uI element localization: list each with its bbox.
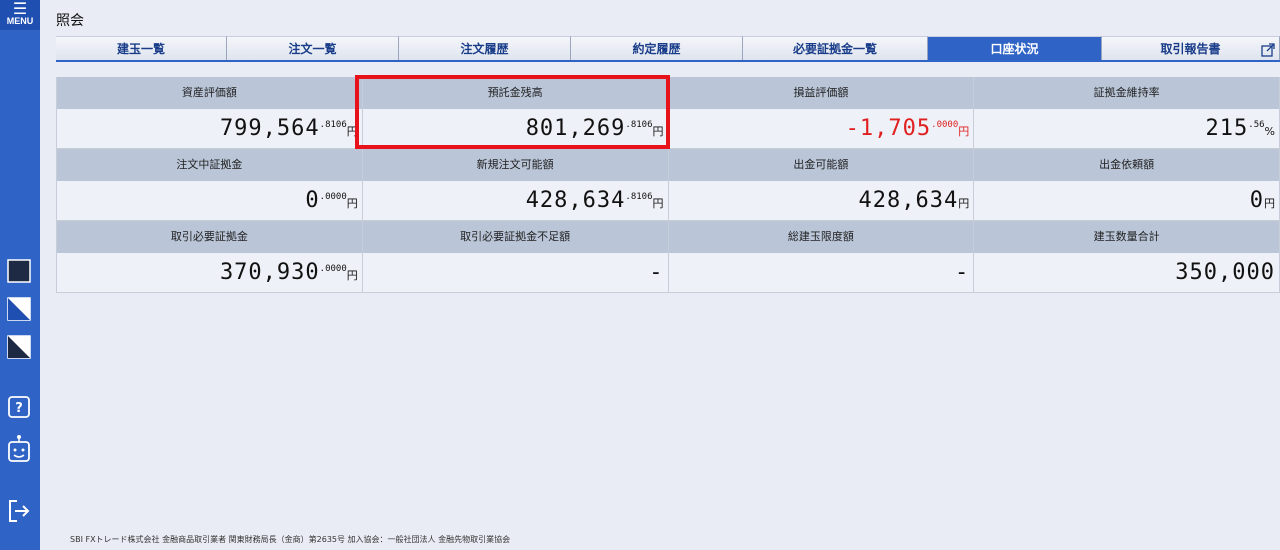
cell-label: 新規注文可能額 (362, 149, 668, 181)
cell-decimal: .8106 (625, 120, 653, 130)
deposit-balance-cell: 預託金残高 801,269.8106円 (362, 77, 669, 149)
tab-required-margin[interactable]: 必要証拠金一覧 (743, 36, 928, 60)
account-row: 注文中証拠金 0.0000円 新規注文可能額 428,634.8106円 出金可… (57, 149, 1280, 221)
theme-split-dark-icon[interactable] (7, 335, 31, 359)
withdrawable-cell: 出金可能額 428,634円 (668, 149, 975, 221)
cell-unit: 円 (346, 197, 358, 210)
cell-unit: 円 (1264, 197, 1275, 210)
cell-label: 取引必要証拠金 (57, 221, 362, 253)
cell-unit: 円 (652, 125, 664, 138)
cell-decimal: .0000 (319, 264, 347, 274)
cell-unit: 円 (652, 197, 664, 210)
cell-label: 取引必要証拠金不足額 (362, 221, 668, 253)
tab-trade-report[interactable]: 取引報告書 (1102, 36, 1280, 60)
tab-order-history[interactable]: 注文履歴 (399, 36, 571, 60)
tab-bar: 建玉一覧 注文一覧 注文履歴 約定履歴 必要証拠金一覧 口座状況 取引報告書 (56, 36, 1280, 62)
cell-label: 資産評価額 (57, 77, 362, 109)
cell-value: -1,705 (845, 116, 932, 141)
hamburger-icon: ☰ (12, 0, 28, 18)
required-margin-cell: 取引必要証拠金 370,930.0000円 (57, 221, 363, 293)
sidebar: ☰ MENU ? (0, 0, 40, 550)
cell-unit: 円 (958, 125, 970, 138)
withdrawal-request-cell: 出金依頼額 0円 (974, 149, 1280, 221)
help-icon[interactable]: ? (7, 395, 31, 419)
cell-unit: 円 (346, 125, 358, 138)
theme-dark-icon[interactable] (7, 259, 31, 283)
cell-value: 0 (1249, 188, 1264, 213)
new-order-available-cell: 新規注文可能額 428,634.8106円 (362, 149, 669, 221)
unrealized-pl-cell: 損益評価額 -1,705.0000円 (668, 77, 975, 149)
cell-value: 801,269 (525, 116, 626, 141)
position-limit-cell: 総建玉限度額 - (668, 221, 975, 293)
page-title: 照会 (56, 13, 84, 29)
cell-value: 799,564 (219, 116, 320, 141)
cell-value: 428,634 (525, 188, 626, 213)
cell-label: 出金依頼額 (974, 149, 1279, 181)
margin-ratio-cell: 証拠金維持率 215.56% (974, 77, 1280, 149)
cell-value: 0 (305, 188, 320, 213)
menu-button[interactable]: ☰ MENU (0, 0, 40, 30)
cell-label: 注文中証拠金 (57, 149, 362, 181)
cell-label: 証拠金維持率 (974, 77, 1279, 109)
account-row: 取引必要証拠金 370,930.0000円 取引必要証拠金不足額 - 総建玉限度… (57, 221, 1280, 293)
margin-shortfall-cell: 取引必要証拠金不足額 - (362, 221, 669, 293)
cell-decimal: .8106 (625, 192, 653, 202)
cell-decimal: .0000 (931, 120, 959, 130)
tab-positions[interactable]: 建玉一覧 (56, 36, 227, 60)
cell-decimal: .56 (1248, 120, 1265, 130)
cell-label: 預託金残高 (362, 77, 668, 109)
order-margin-cell: 注文中証拠金 0.0000円 (57, 149, 363, 221)
chatbot-icon[interactable] (7, 434, 31, 464)
cell-value: 350,000 (1175, 260, 1275, 285)
cell-value: 428,634 (858, 188, 959, 213)
cell-unit: % (1264, 125, 1275, 138)
menu-label: MENU (6, 16, 34, 26)
cell-label: 損益評価額 (668, 77, 974, 109)
cell-value: - (955, 260, 970, 285)
cell-decimal: .0000 (319, 192, 347, 202)
tab-execution-history[interactable]: 約定履歴 (571, 36, 743, 60)
cell-value: - (649, 260, 664, 285)
theme-split-light-icon[interactable] (7, 297, 31, 321)
cell-label: 出金可能額 (668, 149, 974, 181)
cell-unit: 円 (346, 269, 358, 282)
position-quantity-cell: 建玉数量合計 350,000 (974, 221, 1280, 293)
cell-value: 370,930 (219, 260, 320, 285)
account-row: 資産評価額 799,564.8106円 預託金残高 801,269.8106円 … (57, 77, 1280, 149)
tab-trade-report-label: 取引報告書 (1160, 42, 1221, 56)
logout-icon[interactable] (7, 499, 31, 523)
cell-label: 総建玉限度額 (668, 221, 974, 253)
cell-value: 215 (1205, 116, 1249, 141)
cell-label: 建玉数量合計 (974, 221, 1279, 253)
account-status-grid: 資産評価額 799,564.8106円 預託金残高 801,269.8106円 … (56, 77, 1280, 293)
tab-orders[interactable]: 注文一覧 (227, 36, 399, 60)
tab-account-status[interactable]: 口座状況 (928, 36, 1102, 60)
external-link-icon (1261, 41, 1275, 57)
asset-valuation-cell: 資産評価額 799,564.8106円 (57, 77, 363, 149)
footer-company-info: SBI FXトレード株式会社 金融商品取引業者 関東財務局長（金商）第2635号… (70, 535, 511, 544)
svg-text:?: ? (15, 401, 23, 416)
cell-decimal: .8106 (319, 120, 347, 130)
cell-unit: 円 (958, 197, 970, 210)
